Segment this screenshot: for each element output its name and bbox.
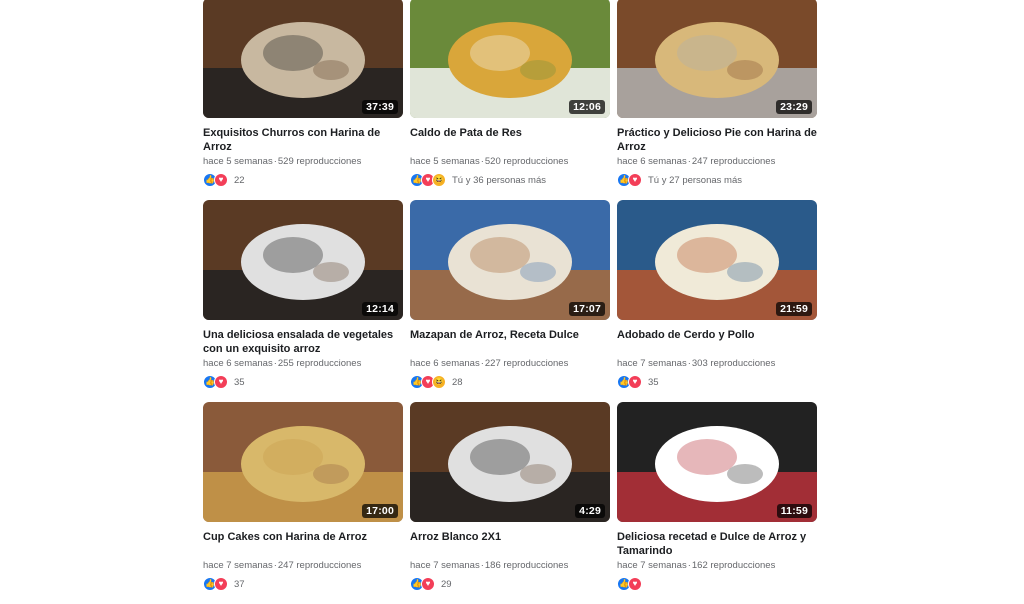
love-reaction-icon: ♥	[628, 577, 642, 591]
video-title[interactable]: Cup Cakes con Harina de Arroz	[203, 530, 403, 558]
video-age: hace 5 semanas	[203, 156, 273, 167]
video-title[interactable]: Exquisitos Churros con Harina de Arroz	[203, 126, 403, 154]
video-age: hace 7 semanas	[203, 560, 273, 571]
video-card[interactable]: 4:29 Arroz Blanco 2X1 hace 7 semanas·186…	[410, 402, 610, 604]
video-meta: hace 7 semanas·247 reproducciones	[203, 559, 403, 572]
video-views: 529 reproducciones	[277, 156, 362, 167]
video-duration: 12:14	[362, 302, 398, 316]
video-meta: hace 7 semanas·162 reproducciones	[617, 559, 817, 572]
reaction-count: 35	[234, 376, 245, 388]
video-thumbnail[interactable]: 37:39	[203, 0, 403, 118]
video-title[interactable]: Deliciosa recetad e Dulce de Arroz y Tam…	[617, 530, 817, 558]
video-views: 247 reproducciones	[691, 156, 776, 167]
love-reaction-icon: ♥	[628, 173, 642, 187]
reaction-count: 28	[452, 376, 463, 388]
video-card[interactable]: 23:29 Práctico y Delicioso Pie con Harin…	[617, 0, 817, 200]
video-thumbnail[interactable]: 21:59	[617, 200, 817, 320]
reactions-summary[interactable]: 👍 ♥ 37	[203, 576, 403, 592]
reaction-count: 22	[234, 174, 245, 186]
video-title[interactable]: Mazapan de Arroz, Receta Dulce	[410, 328, 610, 356]
video-views: 255 reproducciones	[277, 358, 362, 369]
video-grid: 37:39 Exquisitos Churros con Harina de A…	[203, 0, 817, 604]
video-meta: hace 6 semanas·255 reproducciones	[203, 357, 403, 370]
love-reaction-icon: ♥	[628, 375, 642, 389]
love-reaction-icon: ♥	[421, 577, 435, 591]
video-views: 520 reproducciones	[484, 156, 569, 167]
video-meta: hace 6 semanas·247 reproducciones	[617, 155, 817, 168]
video-card[interactable]: 12:14 Una deliciosa ensalada de vegetale…	[203, 200, 403, 402]
video-age: hace 5 semanas	[410, 156, 480, 167]
video-duration: 23:29	[776, 100, 812, 114]
haha-reaction-icon: 😆	[432, 173, 446, 187]
video-duration: 17:07	[569, 302, 605, 316]
love-reaction-icon: ♥	[214, 173, 228, 187]
separator-dot: ·	[687, 156, 691, 167]
video-age: hace 7 semanas	[410, 560, 480, 571]
separator-dot: ·	[480, 358, 484, 369]
reactions-summary[interactable]: 👍 ♥ 22	[203, 172, 403, 188]
video-title[interactable]: Práctico y Delicioso Pie con Harina de A…	[617, 126, 817, 154]
video-thumbnail[interactable]: 23:29	[617, 0, 817, 118]
video-age: hace 7 semanas	[617, 358, 687, 369]
video-meta: hace 7 semanas·303 reproducciones	[617, 357, 817, 370]
video-title[interactable]: Arroz Blanco 2X1	[410, 530, 610, 558]
video-duration: 37:39	[362, 100, 398, 114]
video-age: hace 6 semanas	[203, 358, 273, 369]
reactions-summary[interactable]: 👍 ♥ 35	[203, 374, 403, 390]
video-title[interactable]: Una deliciosa ensalada de vegetales con …	[203, 328, 403, 356]
video-age: hace 6 semanas	[617, 156, 687, 167]
video-card[interactable]: 21:59 Adobado de Cerdo y Pollo hace 7 se…	[617, 200, 817, 402]
video-views: 162 reproducciones	[691, 560, 776, 571]
separator-dot: ·	[480, 156, 484, 167]
separator-dot: ·	[480, 560, 484, 571]
haha-reaction-icon: 😆	[432, 375, 446, 389]
separator-dot: ·	[687, 358, 691, 369]
reactions-summary[interactable]: 👍 ♥ 29	[410, 576, 610, 592]
reactions-summary[interactable]: 👍 ♥ 😆 28	[410, 374, 610, 390]
video-title[interactable]: Adobado de Cerdo y Pollo	[617, 328, 817, 356]
video-age: hace 7 semanas	[617, 560, 687, 571]
video-duration: 12:06	[569, 100, 605, 114]
video-thumbnail[interactable]: 12:06	[410, 0, 610, 118]
video-meta: hace 5 semanas·529 reproducciones	[203, 155, 403, 168]
reactions-summary[interactable]: 👍 ♥ 😆 Tú y 36 personas más	[410, 172, 610, 188]
separator-dot: ·	[273, 560, 277, 571]
video-card[interactable]: 17:00 Cup Cakes con Harina de Arroz hace…	[203, 402, 403, 604]
video-duration: 4:29	[575, 504, 605, 518]
reaction-count: 37	[234, 578, 245, 590]
video-duration: 17:00	[362, 504, 398, 518]
video-thumbnail[interactable]: 11:59	[617, 402, 817, 522]
video-card[interactable]: 12:06 Caldo de Pata de Res hace 5 semana…	[410, 0, 610, 200]
video-card[interactable]: 11:59 Deliciosa recetad e Dulce de Arroz…	[617, 402, 817, 604]
video-age: hace 6 semanas	[410, 358, 480, 369]
video-views: 227 reproducciones	[484, 358, 569, 369]
video-card[interactable]: 17:07 Mazapan de Arroz, Receta Dulce hac…	[410, 200, 610, 402]
reaction-count: 35	[648, 376, 659, 388]
love-reaction-icon: ♥	[214, 375, 228, 389]
video-duration: 11:59	[776, 504, 812, 518]
video-meta: hace 6 semanas·227 reproducciones	[410, 357, 610, 370]
video-meta: hace 7 semanas·186 reproducciones	[410, 559, 610, 572]
reaction-count: Tú y 36 personas más	[452, 174, 546, 186]
video-thumbnail[interactable]: 4:29	[410, 402, 610, 522]
reactions-summary[interactable]: 👍 ♥ Tú y 27 personas más	[617, 172, 817, 188]
video-duration: 21:59	[776, 302, 812, 316]
video-meta: hace 5 semanas·520 reproducciones	[410, 155, 610, 168]
video-thumbnail[interactable]: 12:14	[203, 200, 403, 320]
reactions-summary[interactable]: 👍 ♥	[617, 576, 817, 592]
reaction-count: 29	[441, 578, 452, 590]
reactions-summary[interactable]: 👍 ♥ 35	[617, 374, 817, 390]
separator-dot: ·	[687, 560, 691, 571]
separator-dot: ·	[273, 358, 277, 369]
video-title[interactable]: Caldo de Pata de Res	[410, 126, 610, 154]
video-thumbnail[interactable]: 17:00	[203, 402, 403, 522]
video-views: 303 reproducciones	[691, 358, 776, 369]
video-card[interactable]: 37:39 Exquisitos Churros con Harina de A…	[203, 0, 403, 200]
separator-dot: ·	[273, 156, 277, 167]
video-views: 247 reproducciones	[277, 560, 362, 571]
reaction-count: Tú y 27 personas más	[648, 174, 742, 186]
love-reaction-icon: ♥	[214, 577, 228, 591]
video-views: 186 reproducciones	[484, 560, 569, 571]
video-thumbnail[interactable]: 17:07	[410, 200, 610, 320]
